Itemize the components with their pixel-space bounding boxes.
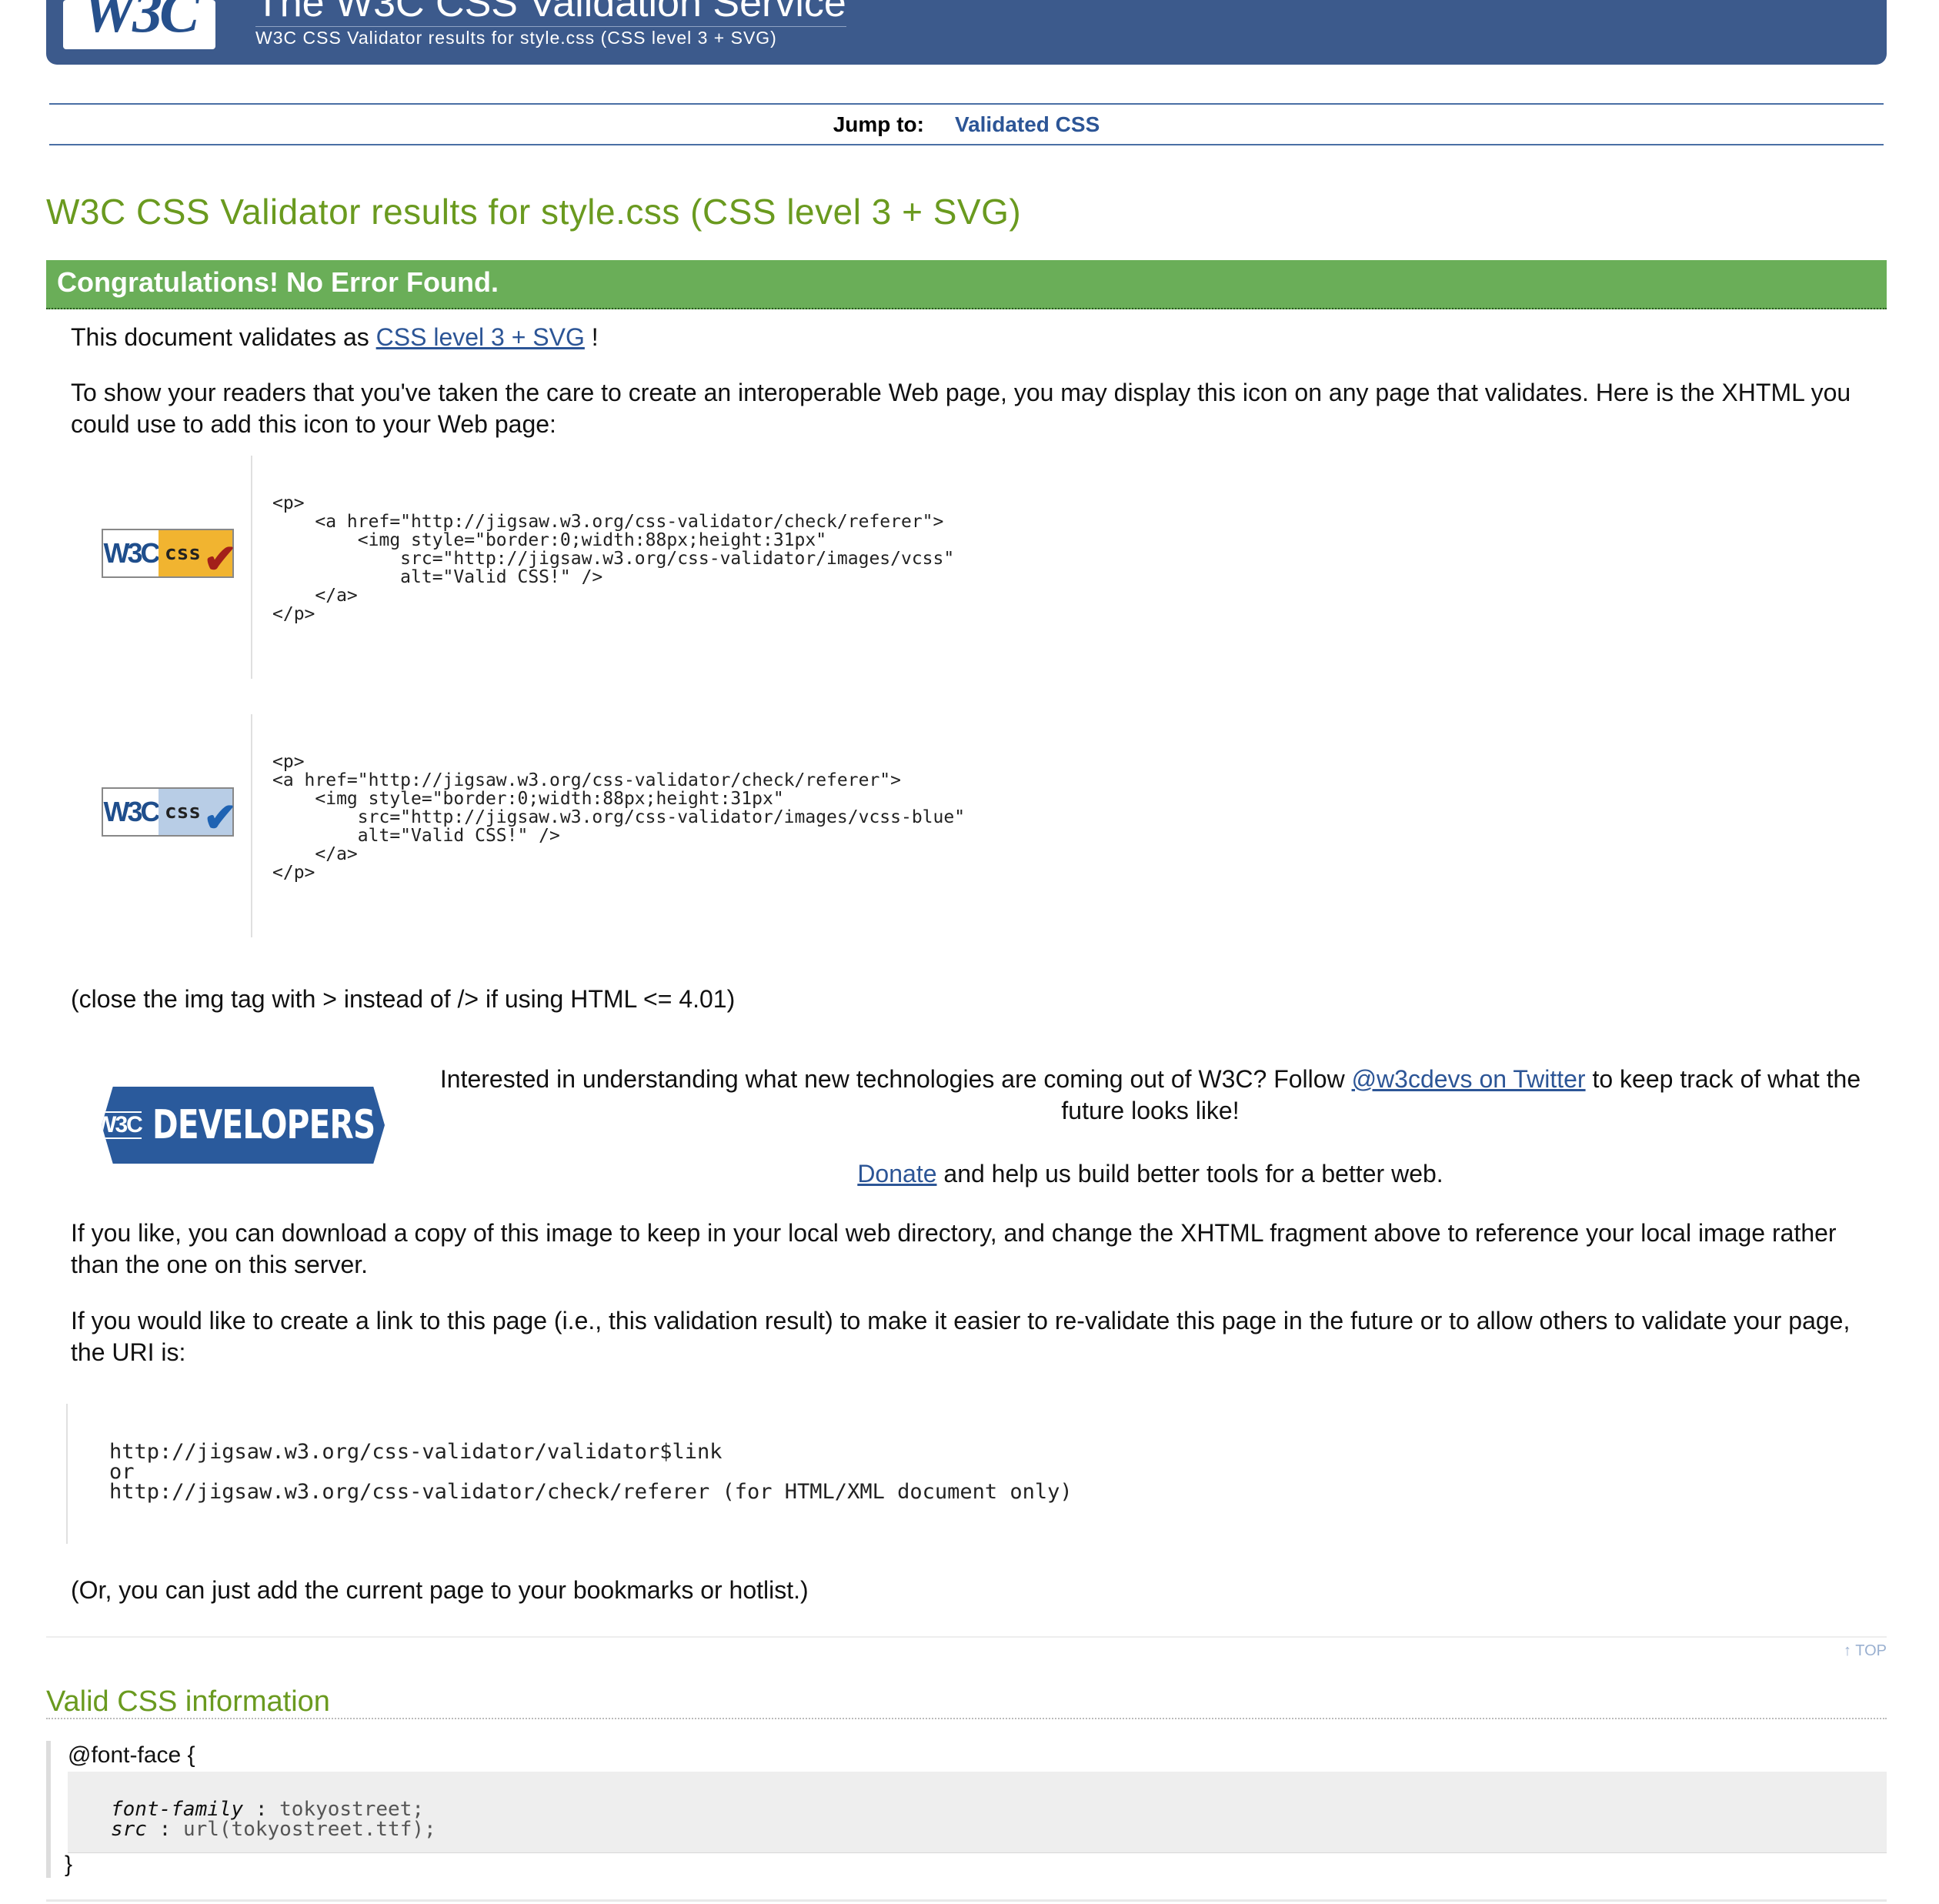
css-rule-block: @font-face { font-family : tokyostreet; … — [46, 1741, 1887, 1878]
divider — [251, 714, 252, 937]
results-title: W3C CSS Validator results for style.css … — [46, 192, 1022, 232]
developers-logo-w3c: W3C — [95, 1111, 143, 1139]
badge-w3c-text: W3C — [103, 537, 161, 569]
page-title: The W3C CSS Validation Service — [255, 0, 846, 27]
developers-paragraph: Interested in understanding what new tec… — [431, 1064, 1870, 1127]
uri-code: http://jigsaw.w3.org/css-validator/valid… — [109, 1440, 1073, 1504]
code-snippet-blue: <p> <a href="http://jigsaw.w3.org/css-va… — [272, 752, 966, 883]
valid-css-badge-gold[interactable]: W3C css ✔ — [102, 529, 237, 582]
css-level-link[interactable]: CSS level 3 + SVG — [376, 323, 585, 351]
code-snippet-gold: <p> <a href="http://jigsaw.w3.org/css-va… — [272, 493, 955, 624]
show-readers-paragraph: To show your readers that you've taken t… — [71, 379, 1851, 438]
css-selector: @font-face { — [68, 1742, 195, 1768]
donate-suffix: and help us build better tools for a bet… — [943, 1160, 1443, 1187]
header-banner: W3C The W3C CSS Validation Service W3C C… — [46, 0, 1887, 65]
css-value: url(tokyostreet.ttf); — [182, 1818, 436, 1841]
validates-prefix: This document validates as — [71, 323, 369, 351]
back-to-top-link[interactable]: ↑ TOP — [1844, 1642, 1887, 1660]
congratulations-banner: Congratulations! No Error Found. — [46, 260, 1887, 309]
download-paragraph: If you like, you can download a copy of … — [71, 1219, 1837, 1278]
bookmarks-note: (Or, you can just add the current page t… — [71, 1576, 809, 1604]
jump-to-label: Jump to: — [833, 112, 924, 136]
icon-block-blue: W3C css ✔ <p> <a href="http://jigsaw.w3.… — [71, 714, 1887, 937]
checkmark-icon: ✔ — [203, 537, 237, 582]
checkmark-icon: ✔ — [203, 796, 237, 840]
developers-logo-text: DEVELOPERS — [152, 1102, 375, 1148]
css-close-brace: } — [65, 1852, 73, 1877]
page-subtitle: W3C CSS Validator results for style.css … — [255, 28, 777, 48]
w3c-developers-logo[interactable]: W3C DEVELOPERS — [102, 1087, 385, 1164]
w3cdevs-twitter-link[interactable]: @w3cdevs on Twitter — [1352, 1065, 1586, 1093]
bottom-divider — [46, 1899, 1887, 1902]
donate-paragraph: Donate and help us build better tools fo… — [431, 1160, 1870, 1188]
jump-to-bar: Jump to: Validated CSS — [49, 103, 1884, 145]
badge-w3c-text: W3C — [103, 796, 161, 827]
css-declarations: font-family : tokyostreet; src : url(tok… — [68, 1772, 1887, 1853]
jump-validated-css-link[interactable]: Validated CSS — [955, 112, 1100, 137]
css-prop: src — [111, 1818, 147, 1841]
validates-paragraph: This document validates as CSS level 3 +… — [71, 322, 599, 353]
icon-block-gold: W3C css ✔ <p> <a href="http://jigsaw.w3.… — [71, 456, 1887, 679]
w3c-logo-text: W3C — [82, 0, 199, 45]
close-tag-note: (close the img tag with > instead of /> … — [71, 985, 736, 1013]
divider — [251, 456, 252, 679]
donate-link[interactable]: Donate — [857, 1160, 936, 1187]
w3c-logo[interactable]: W3C — [63, 0, 215, 49]
validates-suffix: ! — [591, 323, 599, 351]
uri-block: http://jigsaw.w3.org/css-validator/valid… — [66, 1404, 1887, 1544]
valid-css-info-title: Valid CSS information — [46, 1685, 330, 1718]
link-paragraph: If you would like to create a link to th… — [71, 1307, 1851, 1366]
section-divider — [46, 1636, 1887, 1638]
developers-prefix: Interested in understanding what new tec… — [439, 1065, 1345, 1093]
valid-css-badge-blue[interactable]: W3C css ✔ — [102, 787, 237, 840]
dotted-divider — [46, 1718, 1887, 1719]
